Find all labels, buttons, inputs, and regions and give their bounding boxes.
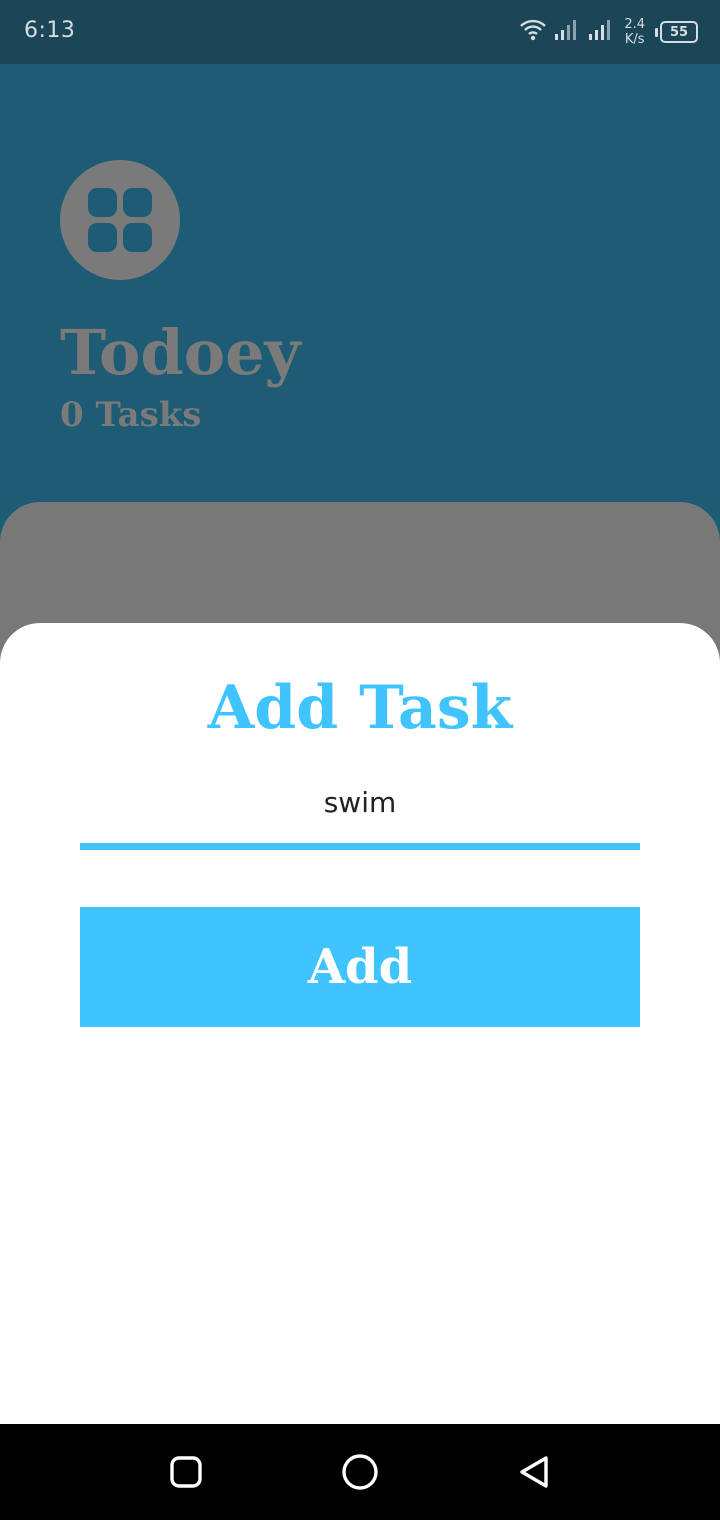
task-input[interactable] [80,773,640,831]
network-speed-value: 2.4 [624,17,645,32]
signal-icon [554,19,580,45]
status-time: 6:13 [24,18,76,43]
battery-level: 55 [660,21,698,43]
home-icon[interactable] [340,1452,380,1492]
status-bar: 6:13 2.4 K/s 55 [0,0,720,64]
app-title: Todoey [60,316,301,389]
battery-tip [655,27,658,37]
add-task-sheet: Add Task Add [0,623,720,1424]
back-icon[interactable] [514,1452,554,1492]
menu-grid-icon[interactable] [60,160,180,280]
network-speed-unit: K/s [624,32,645,47]
status-icons: 2.4 K/s 55 [520,14,698,50]
add-button[interactable]: Add [80,907,640,1027]
input-underline [80,843,640,850]
screen: 6:13 2.4 K/s 55 Todoey 0 Tasks Add Task … [0,0,720,1520]
signal-icon [588,19,614,45]
navigation-bar [0,1424,720,1520]
sheet-title: Add Task [207,673,513,743]
task-count: 0 Tasks [60,395,202,435]
wifi-icon [520,19,547,45]
network-speed: 2.4 K/s [624,17,645,47]
app-header: Todoey 0 Tasks [0,64,720,504]
battery-icon: 55 [655,21,698,43]
recents-icon[interactable] [166,1452,206,1492]
